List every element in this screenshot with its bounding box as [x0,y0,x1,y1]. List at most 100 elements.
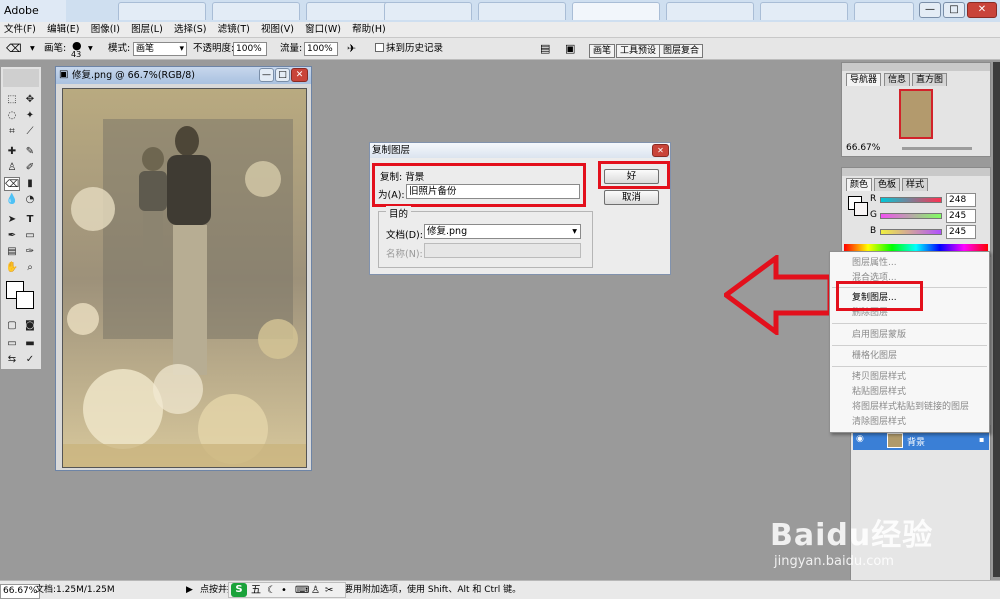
menu-file[interactable]: 文件(F) [0,22,40,38]
tab-navigator[interactable]: 导航器 [846,73,882,86]
mode-select[interactable]: 画笔 ▾ [133,42,187,56]
menu-help[interactable]: 帮助(H) [348,22,390,38]
channel-r-input[interactable]: 248 [946,193,976,207]
doc-minimize-button[interactable]: — [259,68,274,82]
browser-tab[interactable] [306,2,394,20]
marquee-tool-icon[interactable]: ⬚ [4,93,20,107]
palette-tab-layer-comps[interactable]: 图层复合 [659,44,704,58]
background-color-swatch[interactable] [16,291,34,309]
channel-g-input[interactable]: 245 [946,209,976,223]
palette-grip[interactable] [842,63,990,71]
menu-window[interactable]: 窗口(W) [301,22,345,38]
move-tool-icon[interactable]: ✥ [22,93,38,107]
jump-to-icon[interactable]: ✓ [22,353,38,367]
screen-mode-full-icon[interactable]: ▬ [22,337,38,351]
skin-icon[interactable]: ♙ [311,584,320,597]
opacity-input[interactable]: 100% [233,42,267,56]
minimize-button[interactable]: — [919,2,941,18]
menu-edit[interactable]: 编辑(E) [43,22,83,38]
menu-layer[interactable]: 图层(L) [127,22,167,38]
screen-mode-icon[interactable]: ▭ [4,337,20,351]
palette-grip[interactable] [842,168,990,176]
menu-image[interactable]: 图像(I) [87,22,124,38]
hand-tool-icon[interactable]: ✋ [4,261,20,275]
status-arrow-icon[interactable]: ▶ [186,584,193,597]
channel-g-slider[interactable] [880,213,942,219]
airbrush-icon[interactable]: ✈ [347,42,356,56]
magic-wand-icon[interactable]: ✦ [22,109,38,123]
tab-info[interactable]: 信息 [884,73,911,86]
browser-tab[interactable] [760,2,848,20]
channel-b-input[interactable]: 245 [946,225,976,239]
cancel-button[interactable]: 取消 [604,190,659,205]
eyedropper-icon[interactable]: ✑ [22,245,38,259]
menu-filter[interactable]: 滤镜(T) [214,22,254,38]
chevron-down-icon[interactable]: ▾ [30,42,35,56]
layer-row-background[interactable]: ◉ 背景 ▪ [853,432,989,450]
standard-mode-icon[interactable]: ▢ [4,319,20,333]
old-photo-canvas[interactable] [62,88,307,468]
maximize-button[interactable]: □ [943,2,965,18]
brush-size: 43 [71,50,82,59]
slice-tool-icon[interactable]: ⟋ [22,125,38,139]
pen-tool-icon[interactable]: ✒ [4,229,20,243]
healing-brush-icon[interactable]: ✚ [4,145,20,159]
gradient-tool-icon[interactable]: ▮ [22,177,38,191]
imageready-icon[interactable]: ⇆ [4,353,20,367]
palette-tab-tool-presets[interactable]: 工具预设 [616,44,661,58]
channel-b-slider[interactable] [880,229,942,235]
dodge-tool-icon[interactable]: ◔ [22,193,38,207]
sogou-ime-icon[interactable]: S [231,583,247,597]
shape-tool-icon[interactable]: ▭ [22,229,38,243]
navigator-thumbnail[interactable] [899,89,933,139]
tab-styles[interactable]: 样式 [902,178,929,191]
tab-swatches[interactable]: 色板 [874,178,901,191]
browser-tab[interactable] [384,2,472,20]
eraser-tool-icon[interactable]: ⌫ [4,177,20,191]
tab-histogram[interactable]: 直方图 [912,73,948,86]
browser-tab[interactable] [854,2,914,20]
file-browser-icon[interactable]: ▤ [540,42,550,56]
browser-tab[interactable] [212,2,300,20]
close-button[interactable]: ✕ [967,2,997,18]
browser-tab[interactable] [118,2,206,20]
blur-tool-icon[interactable]: 💧 [4,193,20,207]
document-select[interactable]: 修复.png ▾ [424,224,581,239]
history-brush-icon[interactable]: ✐ [22,161,38,175]
menu-view[interactable]: 视图(V) [257,22,298,38]
palette-tab-brush[interactable]: 画笔 [589,44,616,58]
eraser-icon[interactable]: ⌫ [6,42,22,56]
punctuation-icon[interactable]: • [281,584,287,597]
crop-tool-icon[interactable]: ⌗ [4,125,20,139]
eye-icon[interactable]: ◉ [856,434,864,444]
brush-tool-icon[interactable]: ✎ [22,145,38,159]
dialog-close-button[interactable]: ✕ [652,144,669,157]
document-window[interactable]: 修复.png @ 66.7%(RGB/8) ▣ — □ ✕ [55,66,312,471]
type-tool-icon[interactable]: T [22,213,38,227]
moon-icon[interactable]: ☾ [267,584,276,597]
ime-mode-label[interactable]: 五 [251,584,261,597]
flow-input[interactable]: 100% [304,42,338,56]
palette-well-icon[interactable]: ▣ [565,42,575,56]
tab-color[interactable]: 颜色 [846,178,873,191]
erase-history-checkbox[interactable] [375,43,384,52]
zoom-tool-icon[interactable]: ⌕ [22,261,38,275]
doc-maximize-button[interactable]: □ [275,68,290,82]
menu-select[interactable]: 选择(S) [170,22,210,38]
brush-picker-arrow-icon[interactable]: ▾ [88,42,93,56]
lasso-tool-icon[interactable]: ◌ [4,109,20,123]
clone-stamp-icon[interactable]: ♙ [4,161,20,175]
browser-tab[interactable] [666,2,754,20]
quick-mask-icon[interactable]: ◙ [22,319,38,333]
doc-close-button[interactable]: ✕ [291,68,308,82]
settings-icon[interactable]: ✂ [325,584,333,597]
navigator-zoom-slider[interactable] [902,147,972,150]
channel-r-slider[interactable] [880,197,942,203]
keyboard-icon[interactable]: ⌨ [295,584,309,597]
browser-tab[interactable] [478,2,566,20]
browser-tab[interactable] [572,2,660,20]
path-select-icon[interactable]: ➤ [4,213,20,227]
notes-tool-icon[interactable]: ▤ [4,245,20,259]
navigator-zoom-value: 66.67% [846,143,881,153]
color-bg-swatch[interactable] [854,202,868,216]
